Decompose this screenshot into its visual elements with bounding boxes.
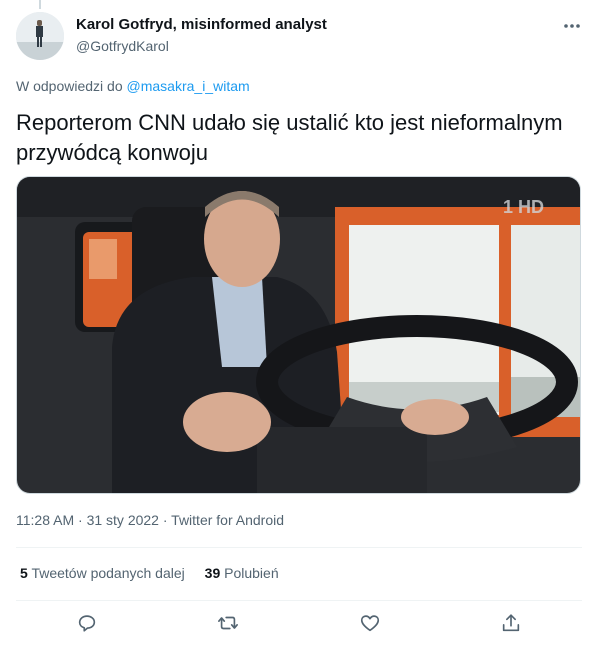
author-handle[interactable]: @GotfrydKarol [76,37,327,55]
retweet-icon [218,616,239,630]
tweet-author: Karol Gotfryd, misinformed analyst @Gotf… [76,16,327,55]
tweet-media[interactable]: 1 HD [16,176,581,494]
retweet-button[interactable] [210,605,246,641]
avatar[interactable] [16,12,64,60]
likes-label: Polubień [224,565,279,581]
author-name[interactable]: Karol Gotfryd, misinformed analyst [76,16,327,34]
tweet-date[interactable]: 31 sty 2022 [87,512,159,528]
media-photo: 1 HD [17,177,580,493]
media-watermark: 1 HD [503,197,544,217]
like-button[interactable] [352,605,388,641]
tweet-time[interactable]: 11:28 AM [16,512,74,528]
tweet-stats: 5 Tweetów podanych dalej 39 Polubień [20,565,295,581]
retweets-stat[interactable]: 5 Tweetów podanych dalej [20,565,185,581]
more-horizontal-icon [564,24,580,28]
avatar-image [16,12,64,60]
likes-stat[interactable]: 39 Polubień [205,565,279,581]
retweets-label: Tweetów podanych dalej [31,565,185,581]
tweet-text: Reporterom CNN udało się ustalić kto jes… [16,110,563,165]
reply-prefix: W odpowiedzi do [16,78,123,94]
more-options-button[interactable] [560,14,584,38]
tweet-actions [16,604,582,642]
divider [16,600,582,601]
share-button[interactable] [493,605,529,641]
reply-context: W odpowiedzi do @masakra_i_witam [16,78,250,94]
tweet-source: Twitter for Android [171,512,284,528]
thread-connector-line [39,0,41,9]
reply-bubble-icon [78,615,95,632]
heart-icon [360,615,379,632]
reply-button[interactable] [69,605,105,641]
share-upload-icon [503,614,520,632]
reply-mention-link[interactable]: @masakra_i_witam [127,78,250,94]
divider [16,547,582,548]
meta-separator: · [78,512,83,528]
likes-count: 39 [204,565,221,581]
meta-separator: · [162,512,168,528]
tweet-meta: 11:28 AM · 31 sty 2022 · Twitter for And… [16,512,284,528]
retweets-count: 5 [20,565,28,581]
